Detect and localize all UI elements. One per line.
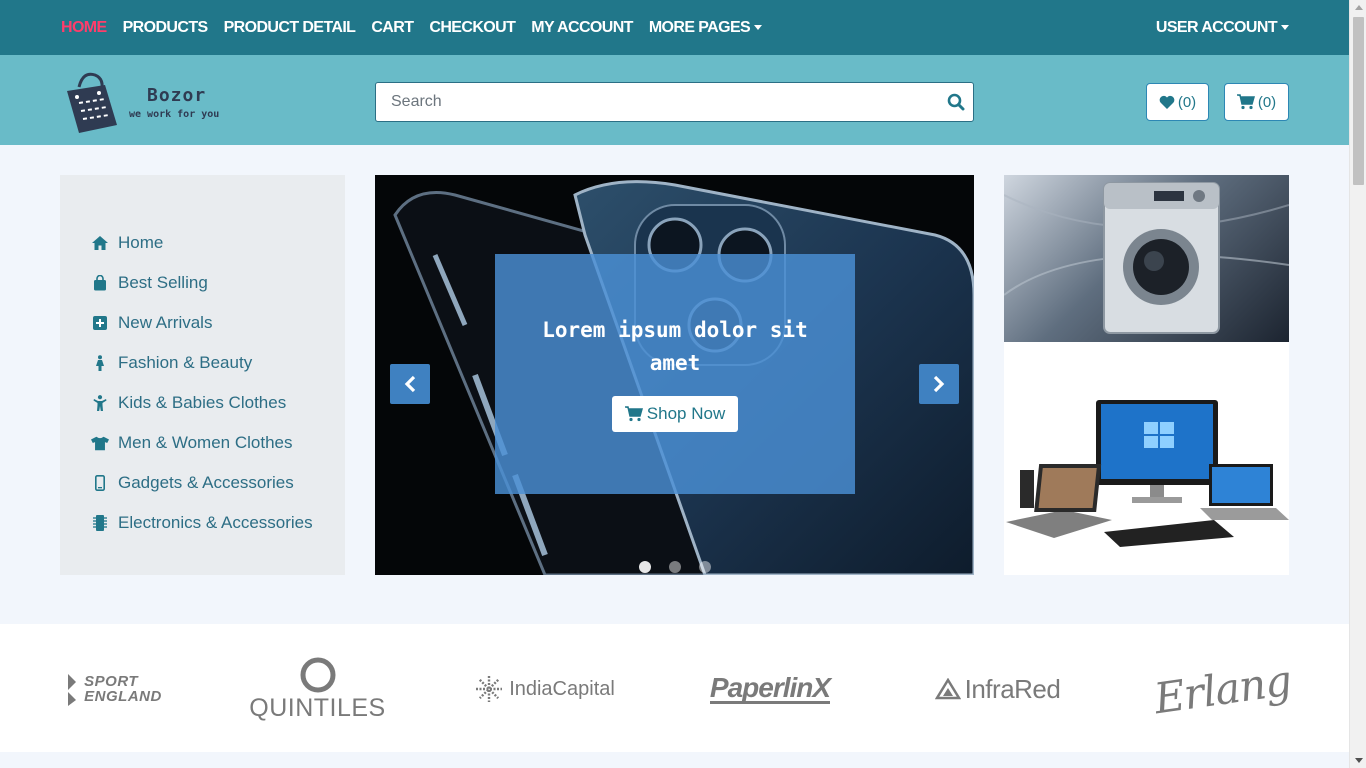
brand-name: InfraRed	[964, 673, 1061, 704]
main-menu: HOME PRODUCTS PRODUCT DETAIL CART CHECKO…	[61, 0, 778, 55]
cart-icon	[1236, 94, 1255, 110]
plus-square-icon	[91, 314, 109, 332]
site-logo[interactable]: Bozor we work for you	[61, 67, 241, 137]
header-bar: Bozor we work for you (0) (0)	[0, 55, 1349, 145]
brand-tagline: we work for you	[129, 109, 220, 120]
brand-logos-strip: SPORT ENGLAND QUINTILES IndiaCapital Pap…	[0, 624, 1349, 752]
brand-name: Bozor	[147, 85, 207, 106]
carousel-next-button[interactable]	[919, 364, 959, 404]
sidebar-item-label: Fashion & Beauty	[118, 353, 253, 372]
sidebar-item-label: New Arrivals	[118, 313, 213, 332]
sidebar-item-best-selling[interactable]: Best Selling	[60, 263, 345, 303]
nav-products[interactable]: PRODUCTS	[123, 19, 209, 37]
heart-icon	[1159, 95, 1175, 109]
scrollbar-thumb[interactable]	[1353, 17, 1364, 185]
nav-product-detail[interactable]: PRODUCT DETAIL	[224, 19, 356, 37]
cart-count: (0)	[1257, 93, 1277, 111]
brand-name: IndiaCapital	[509, 677, 615, 700]
brand-name: PaperlinX	[709, 671, 831, 704]
scroll-down-arrow-icon[interactable]	[1355, 758, 1363, 763]
brand-name: QUINTILES	[249, 693, 386, 722]
brand-name-line2: ENGLAND	[84, 688, 162, 705]
sidebar-item-label: Electronics & Accessories	[118, 513, 313, 532]
sidebar-item-home[interactable]: Home	[60, 223, 345, 263]
cart-button[interactable]: (0)	[1224, 83, 1289, 121]
wishlist-count: (0)	[1177, 93, 1197, 111]
carousel-indicator-1[interactable]	[638, 561, 651, 573]
starburst-icon	[476, 676, 503, 702]
sidebar-item-label: Best Selling	[118, 273, 208, 292]
carousel-indicator-3[interactable]	[698, 561, 711, 573]
user-account-label: USER ACCOUNT	[1155, 18, 1278, 36]
female-icon	[91, 354, 109, 372]
shopping-bag-logo-icon	[67, 72, 117, 133]
brand-logo-erlang[interactable]: Erlang	[1150, 654, 1295, 724]
sidebar-item-gadgets[interactable]: Gadgets & Accessories	[60, 463, 345, 503]
tshirt-icon	[91, 434, 109, 452]
brand-name-line1: SPORT	[84, 673, 139, 690]
brand-logo-quintiles[interactable]: QUINTILES	[245, 654, 390, 724]
top-navbar: HOME PRODUCTS PRODUCT DETAIL CART CHECKO…	[0, 0, 1349, 55]
shop-now-button[interactable]: Shop Now	[611, 396, 739, 432]
washing-machine-banner[interactable]	[1004, 175, 1289, 342]
washing-machine-image	[1004, 182, 1289, 334]
nav-more-pages-dropdown[interactable]: MORE PAGES	[648, 18, 763, 37]
brand-logo-indiacapital[interactable]: IndiaCapital	[465, 654, 625, 724]
brand-logo-paperlinx[interactable]: PaperlinX	[695, 654, 845, 724]
nav-more-pages-label: MORE PAGES	[648, 18, 751, 36]
microchip-icon	[91, 514, 109, 532]
computers-banner[interactable]	[1004, 342, 1289, 575]
shop-now-label: Shop Now	[646, 404, 726, 423]
user-account-dropdown[interactable]: USER ACCOUNT	[1156, 0, 1289, 55]
sidebar-item-label: Men & Women Clothes	[118, 433, 293, 452]
home-icon	[91, 234, 109, 252]
sidebar-item-new-arrivals[interactable]: New Arrivals	[60, 303, 345, 343]
shopping-bag-icon	[91, 274, 109, 292]
brand-logo-infrared[interactable]: InfraRed	[925, 654, 1070, 724]
carousel-indicators	[375, 561, 974, 573]
mobile-icon	[91, 474, 109, 492]
wishlist-button[interactable]: (0)	[1146, 83, 1209, 121]
hero-carousel: Lorem ipsum dolor sit amet Shop Now	[375, 175, 974, 575]
cart-icon	[624, 406, 643, 422]
search-icon[interactable]	[947, 93, 965, 111]
brand-name: Erlang	[1151, 655, 1294, 723]
nav-cart[interactable]: CART	[371, 19, 414, 37]
computers-image	[1006, 400, 1289, 547]
category-sidebar: Home Best Selling New Arrivals Fashion &…	[60, 175, 345, 575]
chevron-left-icon	[404, 375, 416, 393]
search-box	[375, 82, 974, 122]
sport-england-mark-icon	[68, 674, 77, 706]
chevron-right-icon	[933, 375, 945, 393]
sidebar-item-fashion-beauty[interactable]: Fashion & Beauty	[60, 343, 345, 383]
caption-title: Lorem ipsum dolor sit amet	[542, 318, 808, 375]
carousel-indicator-2[interactable]	[668, 561, 681, 573]
search-input[interactable]	[376, 83, 916, 121]
caret-down-icon	[1281, 25, 1289, 30]
triangle-icon	[934, 678, 961, 700]
nav-home[interactable]: HOME	[61, 19, 107, 37]
nav-my-account[interactable]: MY ACCOUNT	[531, 19, 633, 37]
vertical-scrollbar[interactable]	[1349, 0, 1366, 768]
child-icon	[91, 394, 109, 412]
carousel-prev-button[interactable]	[390, 364, 430, 404]
brand-logo-sport-england[interactable]: SPORT ENGLAND	[60, 654, 170, 724]
nav-checkout[interactable]: CHECKOUT	[429, 19, 515, 37]
sidebar-item-kids-babies[interactable]: Kids & Babies Clothes	[60, 383, 345, 423]
sidebar-item-men-women[interactable]: Men & Women Clothes	[60, 423, 345, 463]
quintiles-ring-icon	[300, 657, 335, 692]
carousel-caption: Lorem ipsum dolor sit amet Shop Now	[495, 254, 855, 494]
scroll-up-arrow-icon[interactable]	[1355, 5, 1363, 10]
sidebar-item-label: Kids & Babies Clothes	[118, 393, 287, 412]
sidebar-item-label: Home	[118, 233, 164, 252]
caret-down-icon	[754, 24, 763, 30]
sidebar-item-electronics[interactable]: Electronics & Accessories	[60, 503, 345, 543]
sidebar-item-label: Gadgets & Accessories	[118, 473, 294, 492]
